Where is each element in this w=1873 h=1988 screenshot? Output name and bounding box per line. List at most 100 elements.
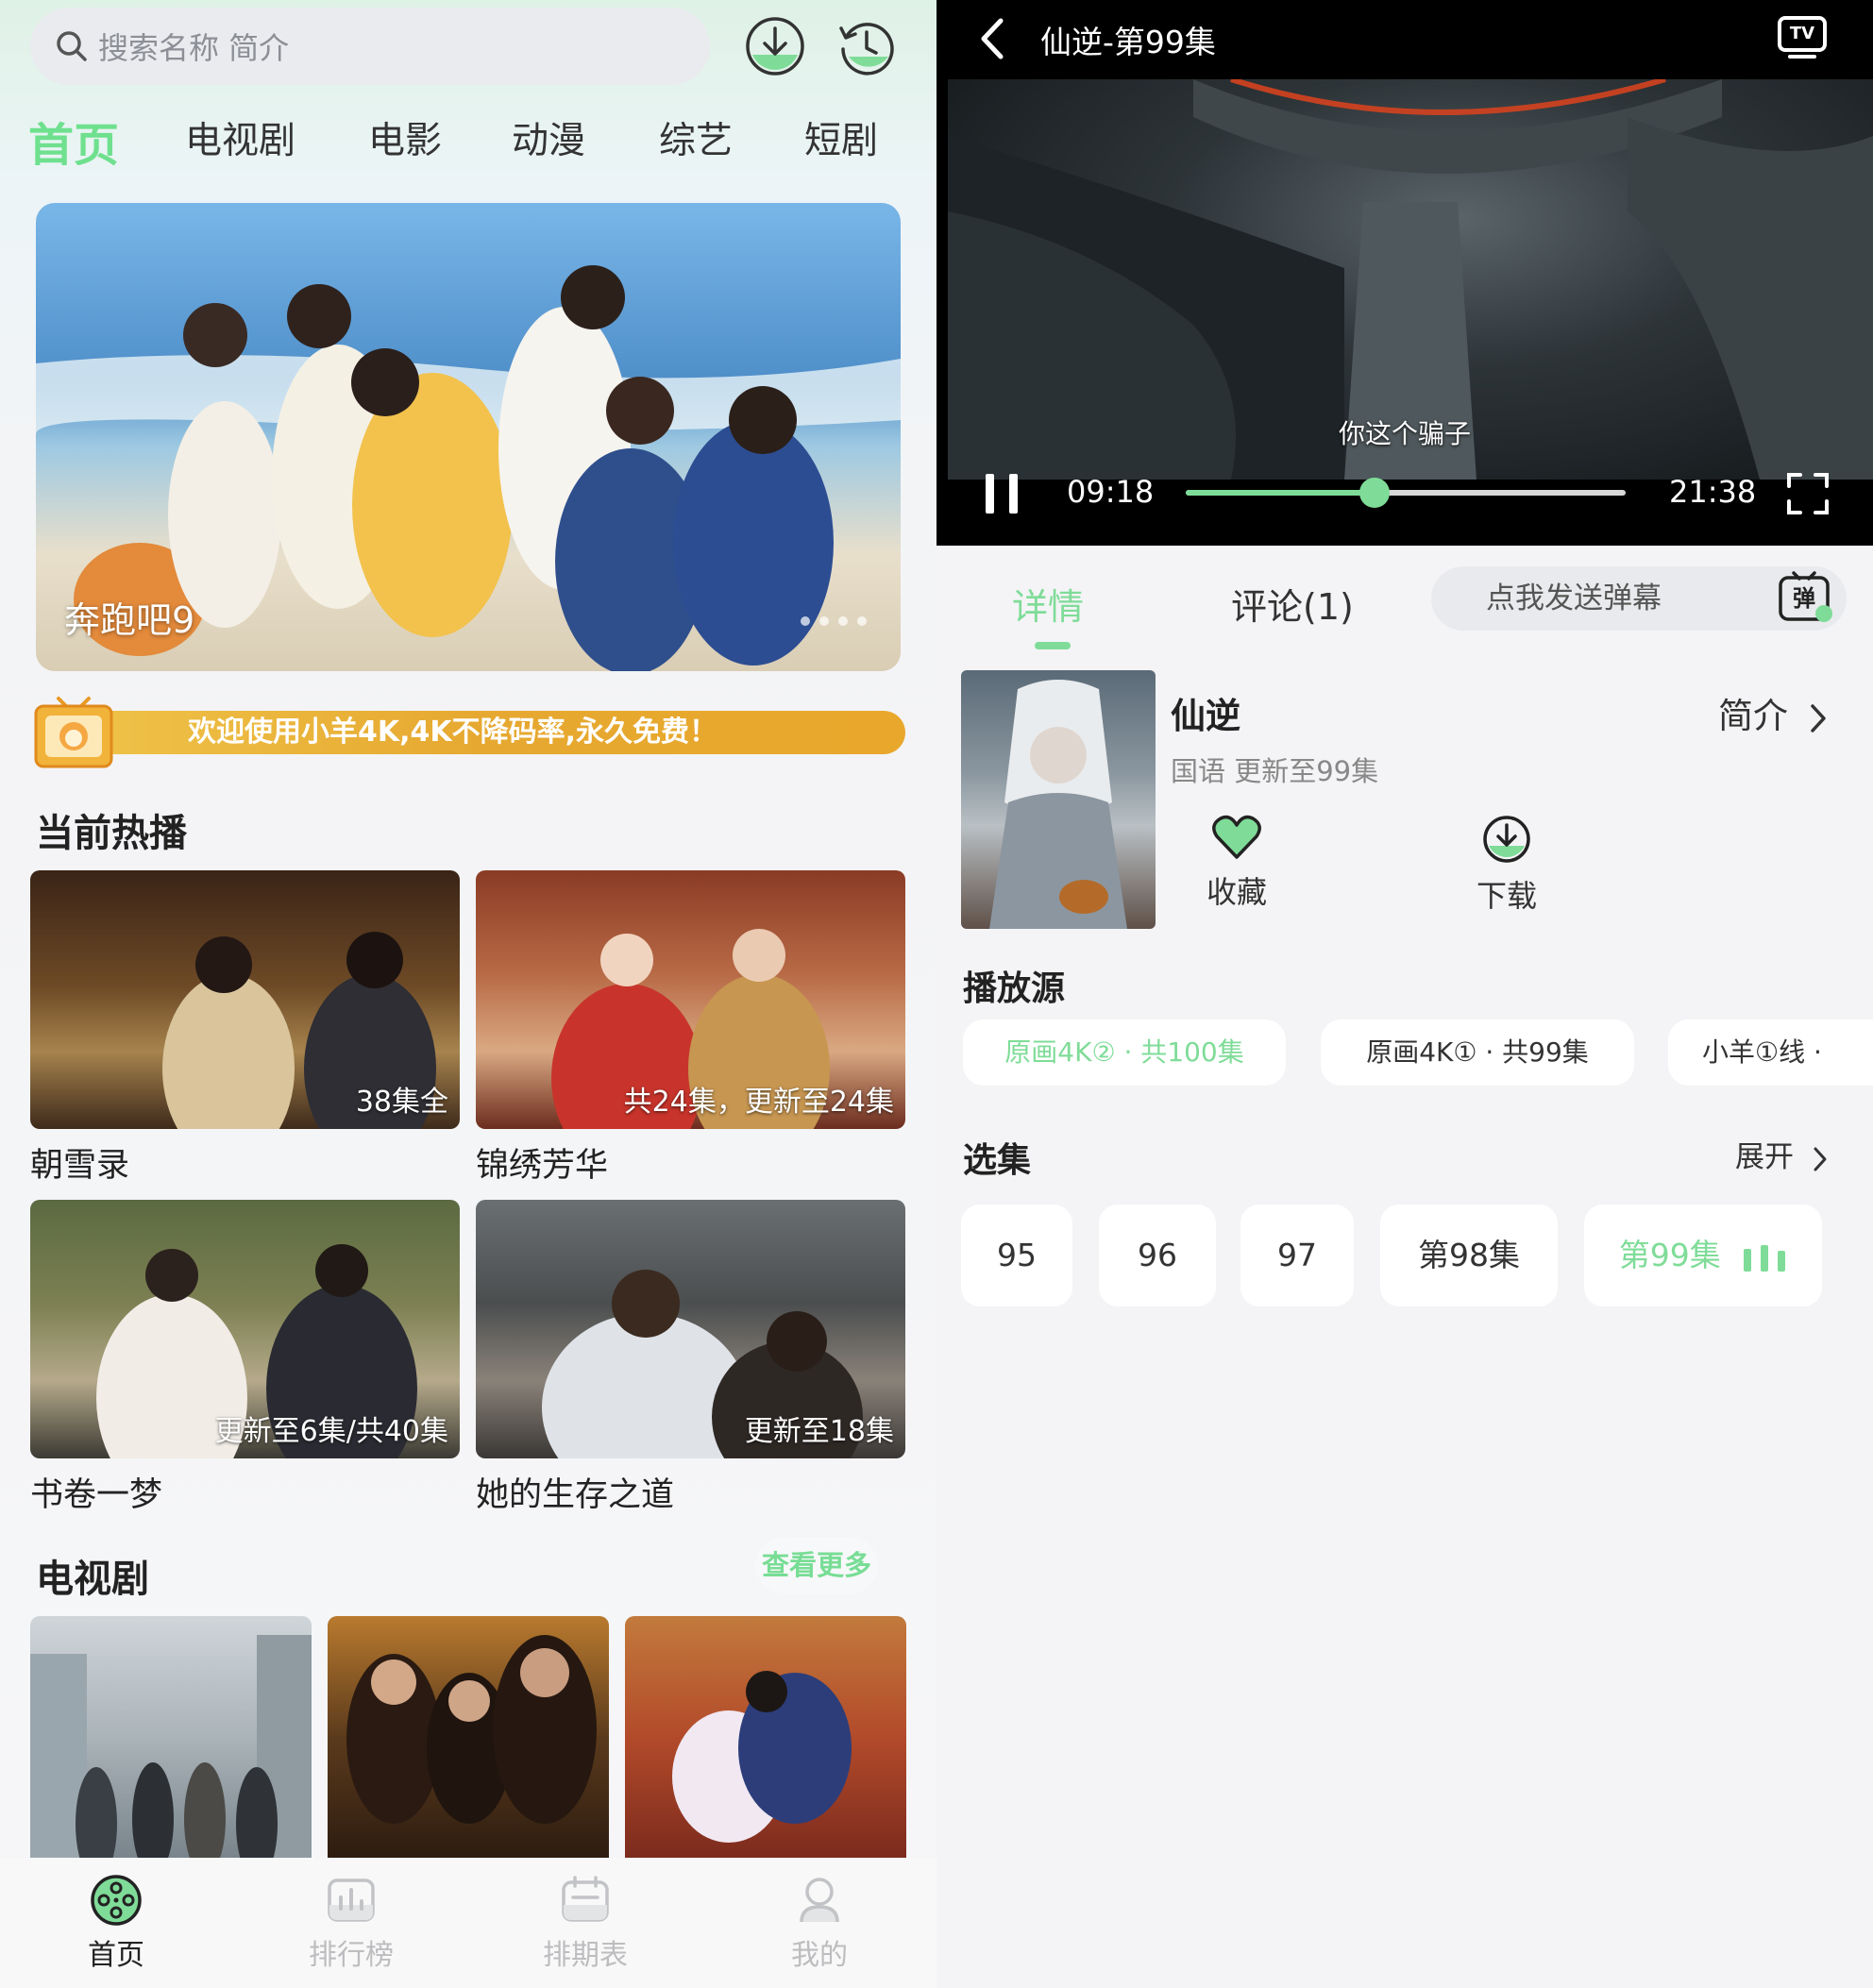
pause-icon[interactable] bbox=[984, 472, 1021, 515]
tab-bottom-profile[interactable]: 我的 bbox=[753, 1858, 886, 1988]
chevron-right-icon bbox=[1811, 703, 1826, 733]
tab-label: 排行榜 bbox=[309, 1939, 394, 1972]
hot-item-title: 书卷一梦 bbox=[30, 1476, 163, 1514]
episode-badge: 更新至18集 bbox=[744, 1415, 894, 1448]
video-player[interactable]: 仙逆-第99集 TV 你这个骗子 09:18 21:38 bbox=[936, 0, 1873, 546]
tv-mascot-icon bbox=[34, 697, 113, 768]
current-episode-label: 第99集 bbox=[1618, 1237, 1721, 1273]
tab-label: 我的 bbox=[791, 1939, 848, 1972]
show-cover[interactable] bbox=[961, 670, 1156, 929]
tv-poster[interactable] bbox=[30, 1616, 312, 1862]
show-title: 仙逆 bbox=[1171, 696, 1240, 736]
chevron-right-icon bbox=[1814, 1147, 1827, 1171]
tab-anime[interactable]: 动漫 bbox=[512, 111, 585, 164]
hot-item-poster: 更新至6集/共40集 bbox=[30, 1200, 460, 1458]
promo-banner[interactable]: 欢迎使用小羊4K,4K不降码率,永久免费！ bbox=[32, 695, 905, 770]
hot-item[interactable]: 更新至6集/共40集 书卷一梦 bbox=[30, 1200, 460, 1516]
episodes-title: 选集 bbox=[963, 1141, 1032, 1180]
banner-title: 奔跑吧9 bbox=[64, 599, 195, 641]
hot-item-title: 锦绣芳华 bbox=[476, 1147, 609, 1185]
danmu-placeholder: 点我发送弹幕 bbox=[1486, 581, 1662, 615]
download-label: 下载 bbox=[1476, 878, 1537, 914]
danmu-input[interactable]: 点我发送弹幕 弹 bbox=[1431, 566, 1847, 631]
expand-label: 展开 bbox=[1735, 1140, 1794, 1174]
episode-button[interactable]: 97 bbox=[1240, 1205, 1354, 1306]
seek-progress bbox=[1186, 490, 1375, 496]
cast-tv-icon[interactable]: TV bbox=[1777, 15, 1828, 60]
episode-button[interactable]: 95 bbox=[961, 1205, 1072, 1306]
promo-text: 欢迎使用小羊4K,4K不降码率,永久免费！ bbox=[188, 716, 718, 749]
tab-movies[interactable]: 电影 bbox=[368, 111, 442, 164]
home-screen: 搜索名称 简介 首页 电视剧 电影 动漫 综艺 短剧 奔跑吧9 欢迎使用小羊4K… bbox=[0, 0, 936, 1988]
hot-item-title: 她的生存之道 bbox=[476, 1476, 675, 1514]
tab-label: 首页 bbox=[88, 1939, 144, 1972]
favorite-button[interactable]: 收藏 bbox=[1180, 814, 1293, 912]
ranking-chart-icon bbox=[328, 1878, 375, 1922]
expand-episodes[interactable]: 展开 bbox=[1735, 1133, 1828, 1175]
show-meta: 国语 更新至99集 bbox=[1171, 755, 1379, 787]
search-placeholder: 搜索名称 简介 bbox=[98, 30, 290, 66]
tab-bottom-ranking[interactable]: 排行榜 bbox=[285, 1858, 417, 1988]
hot-item[interactable]: 共24集，更新至24集 锦绣芳华 bbox=[476, 870, 905, 1187]
calendar-icon bbox=[562, 1876, 609, 1922]
tv-poster[interactable] bbox=[625, 1616, 906, 1862]
history-icon[interactable] bbox=[835, 15, 898, 77]
hot-item[interactable]: 38集全 朝雪录 bbox=[30, 870, 460, 1187]
hot-item-poster: 更新至18集 bbox=[476, 1200, 905, 1458]
tab-home[interactable]: 首页 bbox=[28, 108, 119, 174]
fullscreen-icon[interactable] bbox=[1786, 472, 1830, 515]
seek-handle[interactable] bbox=[1359, 478, 1391, 508]
download-button[interactable]: 下载 bbox=[1450, 814, 1563, 916]
playing-bars-icon bbox=[1744, 1244, 1786, 1272]
search-icon bbox=[57, 31, 87, 61]
episode-button-current[interactable]: 第99集 bbox=[1584, 1205, 1822, 1306]
tab-bottom-home[interactable]: 首页 bbox=[50, 1858, 182, 1988]
episode-button[interactable]: 第98集 bbox=[1380, 1205, 1558, 1306]
source-chip[interactable]: 小羊①线 · bbox=[1668, 1019, 1873, 1086]
category-tabs: 首页 电视剧 电影 动漫 综艺 短剧 bbox=[0, 111, 936, 174]
current-time: 09:18 bbox=[1067, 474, 1155, 510]
tab-details[interactable]: 详情 bbox=[1012, 578, 1084, 630]
seek-bar[interactable] bbox=[1186, 478, 1626, 508]
tab-comments[interactable]: 评论(1) bbox=[1231, 578, 1354, 630]
tab-short-drama[interactable]: 短剧 bbox=[804, 111, 878, 164]
episode-badge: 更新至6集/共40集 bbox=[214, 1415, 448, 1448]
tab-tv-series[interactable]: 电视剧 bbox=[185, 111, 295, 164]
danmu-toggle-icon[interactable]: 弹 bbox=[1777, 570, 1835, 627]
hero-banner[interactable]: 奔跑吧9 bbox=[36, 203, 901, 671]
heart-icon bbox=[1212, 815, 1261, 859]
hot-section-title: 当前热播 bbox=[36, 812, 187, 855]
hot-item-title: 朝雪录 bbox=[30, 1147, 130, 1185]
player-title: 仙逆-第99集 bbox=[1040, 24, 1216, 60]
source-chip[interactable]: 原画4K① · 共99集 bbox=[1321, 1019, 1634, 1086]
episode-button[interactable]: 96 bbox=[1099, 1205, 1216, 1306]
intro-label: 简介 bbox=[1718, 696, 1788, 736]
tab-bottom-schedule[interactable]: 排期表 bbox=[519, 1858, 651, 1988]
cast-tv-label: TV bbox=[1789, 24, 1815, 43]
video-subtitle: 你这个骗子 bbox=[1338, 418, 1471, 449]
tv-section-title: 电视剧 bbox=[36, 1558, 149, 1601]
banner-pagination bbox=[801, 616, 867, 626]
hot-item-poster: 共24集，更新至24集 bbox=[476, 870, 905, 1129]
sources-title: 播放源 bbox=[963, 969, 1066, 1008]
episode-badge: 38集全 bbox=[355, 1086, 448, 1119]
active-tab-indicator bbox=[1035, 642, 1071, 649]
film-reel-icon bbox=[91, 1875, 142, 1926]
view-more-button[interactable]: 查看更多 bbox=[755, 1537, 878, 1593]
source-chip[interactable]: 原画4K② · 共100集 bbox=[963, 1019, 1286, 1086]
favorite-label: 收藏 bbox=[1206, 874, 1267, 910]
tab-label: 排期表 bbox=[543, 1939, 628, 1972]
back-arrow-icon[interactable] bbox=[974, 17, 1012, 60]
hot-item[interactable]: 更新至18集 她的生存之道 bbox=[476, 1200, 905, 1516]
download-icon[interactable] bbox=[744, 15, 806, 77]
total-time: 21:38 bbox=[1669, 474, 1757, 510]
tv-poster[interactable] bbox=[328, 1616, 609, 1862]
search-input[interactable]: 搜索名称 简介 bbox=[30, 8, 710, 85]
episode-badge: 共24集，更新至24集 bbox=[623, 1086, 894, 1119]
hot-item-poster: 38集全 bbox=[30, 870, 460, 1129]
danmu-toggle-label: 弹 bbox=[1793, 585, 1815, 612]
intro-link[interactable]: 简介 bbox=[1718, 687, 1828, 738]
tab-variety[interactable]: 综艺 bbox=[659, 111, 733, 164]
bottom-tab-bar: 首页 排行榜 排期表 我的 bbox=[0, 1858, 936, 1988]
user-icon bbox=[800, 1878, 839, 1923]
